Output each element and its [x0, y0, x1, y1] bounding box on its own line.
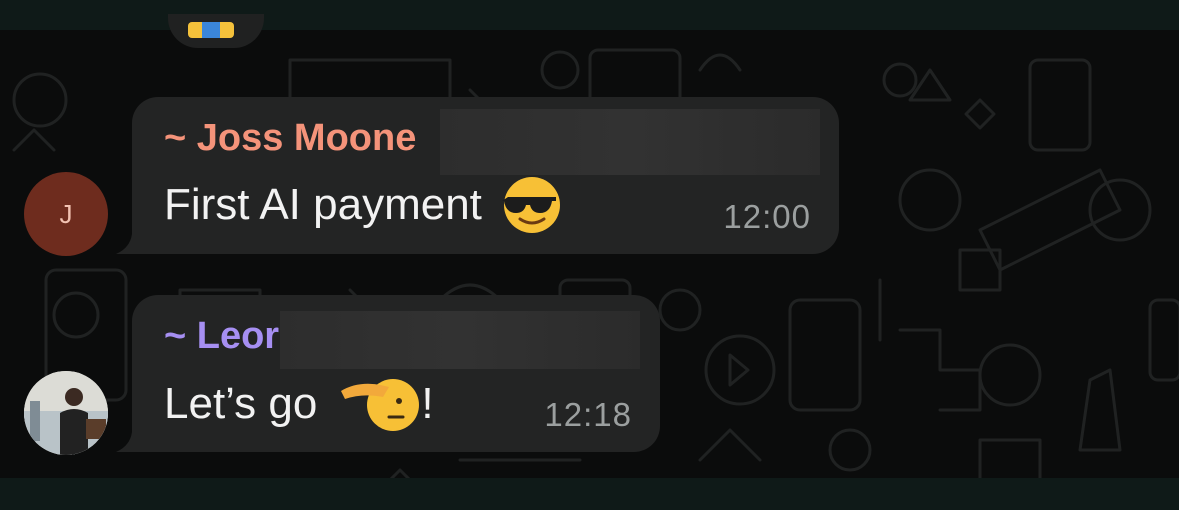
avatar-leor[interactable]	[24, 371, 108, 455]
message-bubble[interactable]: ~ Leor Let’s go ! 12:18	[132, 295, 660, 452]
profile-photo-icon	[24, 371, 108, 455]
message-bubble[interactable]: ~ Joss Moone First AI payment 12:00	[132, 97, 839, 254]
previous-message-fragment	[168, 14, 264, 48]
saluting-face-icon	[341, 379, 420, 431]
bottom-bar	[0, 478, 1179, 510]
redacted-area	[280, 311, 640, 369]
message-timestamp: 12:00	[723, 198, 811, 235]
emoji-fragment-icon	[188, 22, 234, 38]
sender-name[interactable]: ~ Leor	[164, 315, 279, 358]
message-suffix: !	[421, 379, 434, 428]
redacted-area	[440, 109, 820, 175]
avatar-initial: J	[59, 198, 73, 229]
message-content: Let’s go !	[164, 373, 434, 435]
message-text: Let’s go	[164, 379, 318, 428]
message-text: First AI payment	[164, 180, 482, 229]
avatar-joss[interactable]: J	[24, 172, 108, 256]
sender-name[interactable]: ~ Joss Moone	[164, 117, 416, 160]
message-content: First AI payment	[164, 175, 562, 235]
smiling-face-with-sunglasses-icon	[501, 177, 560, 233]
message-timestamp: 12:18	[544, 396, 632, 433]
